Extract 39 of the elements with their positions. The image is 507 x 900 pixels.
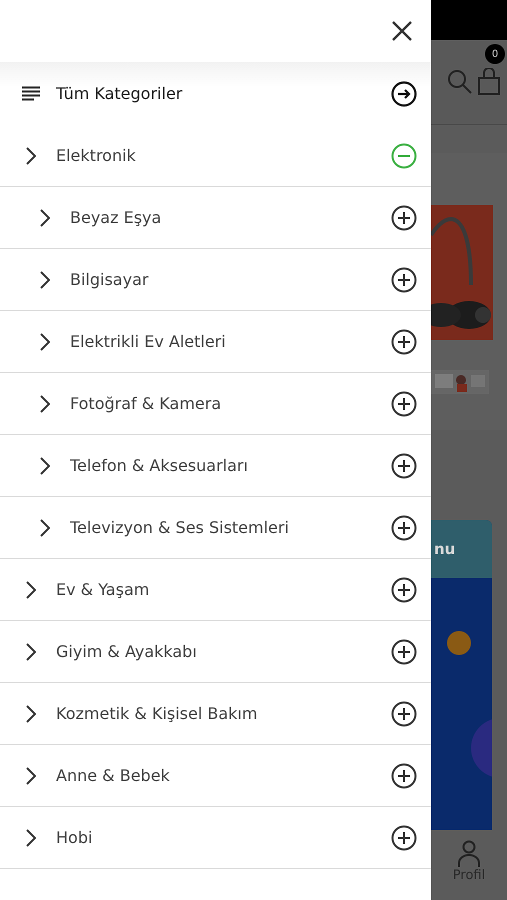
category-item[interactable]: Televizyon & Ses Sistemleri (0, 497, 431, 559)
expand-button[interactable] (391, 514, 417, 540)
expand-button[interactable] (391, 700, 417, 726)
chevron-right-icon (40, 270, 50, 288)
chevron-right-icon (26, 766, 36, 784)
collapse-button[interactable] (391, 142, 417, 168)
category-item[interactable]: Elektrikli Ev Aletleri (0, 311, 431, 373)
category-item[interactable]: Fotoğraf & Kamera (0, 373, 431, 435)
category-item[interactable]: Beyaz Eşya (0, 187, 431, 249)
category-item[interactable]: Ev & Yaşam (0, 559, 431, 621)
chevron-right-icon (26, 580, 36, 598)
category-item[interactable]: Kozmetik & Kişisel Bakım (0, 683, 431, 745)
category-item[interactable]: Giyim & Ayakkabı (0, 621, 431, 683)
expand-button[interactable] (391, 204, 417, 230)
category-item[interactable]: Telefon & Aksesuarları (0, 435, 431, 497)
chevron-right-icon (26, 146, 36, 164)
expand-button[interactable] (391, 452, 417, 478)
expand-button[interactable] (391, 328, 417, 354)
expand-button[interactable] (391, 390, 417, 416)
category-item[interactable]: Anne & Bebek (0, 745, 431, 807)
category-item[interactable]: Elektronik (0, 125, 431, 187)
expand-button[interactable] (391, 266, 417, 292)
expand-button[interactable] (391, 762, 417, 788)
chevron-right-icon (40, 394, 50, 412)
arrow-circle-icon (391, 80, 417, 106)
chevron-right-icon (40, 456, 50, 474)
expand-button[interactable] (391, 638, 417, 664)
chevron-right-icon (26, 704, 36, 722)
expand-button[interactable] (391, 576, 417, 602)
chevron-right-icon (26, 828, 36, 846)
category-item[interactable]: Hobi (0, 807, 431, 869)
close-button[interactable] (391, 20, 413, 42)
chevron-right-icon (40, 208, 50, 226)
chevron-right-icon (40, 518, 50, 536)
list-icon (22, 86, 40, 101)
category-item[interactable]: Bilgisayar (0, 249, 431, 311)
chevron-right-icon (26, 642, 36, 660)
chevron-right-icon (40, 332, 50, 350)
expand-button[interactable] (391, 824, 417, 850)
